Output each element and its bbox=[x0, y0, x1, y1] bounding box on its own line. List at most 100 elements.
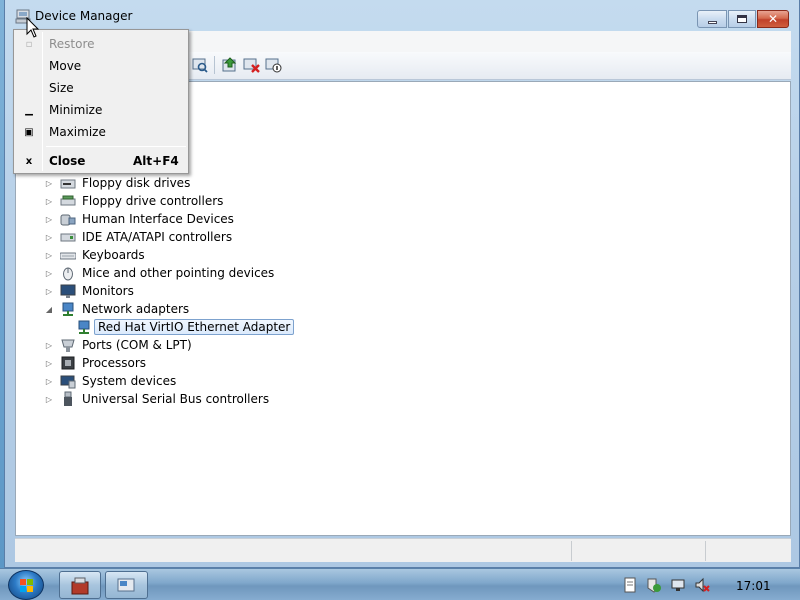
monitor-icon bbox=[60, 284, 76, 298]
expand-arrow-icon[interactable]: ▷ bbox=[44, 215, 54, 224]
status-divider bbox=[705, 541, 706, 561]
windows-logo-icon bbox=[20, 579, 33, 592]
expand-arrow-icon[interactable]: ▷ bbox=[44, 233, 54, 242]
menu-item-minimize[interactable]: ▁ Minimize bbox=[16, 99, 186, 121]
usb-icon bbox=[64, 391, 72, 406]
tree-item-ide-controllers[interactable]: ▷ IDE ATA/ATAPI controllers bbox=[44, 228, 232, 246]
tree-item-label: Mice and other pointing devices bbox=[82, 266, 275, 280]
start-button[interactable] bbox=[8, 570, 44, 600]
mouse-icon bbox=[63, 267, 73, 281]
restore-icon: ▫ bbox=[25, 38, 33, 50]
menu-item-label: Close bbox=[49, 154, 86, 168]
tree-item-label: Floppy disk drives bbox=[82, 176, 191, 190]
taskbar-app-button[interactable] bbox=[59, 571, 101, 599]
taskbar: 17:01 bbox=[0, 568, 800, 600]
tree-item-system-devices[interactable]: ▷ System devices bbox=[44, 372, 176, 390]
tree-item-processors[interactable]: ▷ Processors bbox=[44, 354, 146, 372]
tree-item-floppy-drive-controllers[interactable]: ▷ Floppy drive controllers bbox=[44, 192, 224, 210]
controller-icon bbox=[60, 195, 76, 206]
collapse-arrow-icon[interactable]: ◢ bbox=[44, 305, 54, 314]
close-button[interactable]: ✕ bbox=[757, 10, 789, 28]
maximize-icon bbox=[737, 15, 747, 23]
menu-item-close[interactable]: x Close Alt+F4 bbox=[16, 150, 186, 172]
processor-icon bbox=[61, 356, 75, 370]
tree-item-label: Floppy drive controllers bbox=[82, 194, 224, 208]
menu-item-move[interactable]: Move bbox=[16, 55, 186, 77]
update-driver-icon[interactable] bbox=[221, 56, 239, 74]
device-manager-icon bbox=[117, 578, 135, 592]
close-icon: x bbox=[25, 155, 33, 167]
volume-muted-icon[interactable] bbox=[694, 577, 710, 593]
status-bar bbox=[15, 538, 791, 562]
system-device-icon bbox=[60, 375, 76, 389]
tree-item-label: Network adapters bbox=[82, 302, 190, 316]
scan-hardware-icon[interactable] bbox=[191, 56, 209, 74]
menu-separator bbox=[46, 146, 186, 147]
minimize-icon bbox=[707, 20, 717, 24]
tree-item-label: Human Interface Devices bbox=[82, 212, 234, 226]
menu-item-size[interactable]: Size bbox=[16, 77, 186, 99]
title-bar[interactable]: Device Manager ✕ bbox=[5, 0, 799, 32]
menu-item-label: Move bbox=[49, 59, 82, 73]
tree-item-label: Keyboards bbox=[82, 248, 145, 262]
tree-item-monitors[interactable]: ▷ Monitors bbox=[44, 282, 134, 300]
keyboard-icon bbox=[60, 252, 76, 260]
minimize-icon: ▁ bbox=[25, 104, 33, 116]
tree-item-usb-controllers[interactable]: ▷ Universal Serial Bus controllers bbox=[44, 390, 269, 408]
tree-item-keyboards[interactable]: ▷ Keyboards bbox=[44, 246, 145, 264]
expand-arrow-icon[interactable]: ▷ bbox=[44, 197, 54, 206]
tree-item-ports[interactable]: ▷ Ports (COM & LPT) bbox=[44, 336, 192, 354]
tree-item-label: Universal Serial Bus controllers bbox=[82, 392, 270, 406]
menu-item-restore[interactable]: ▫ Restore bbox=[16, 33, 186, 55]
action-center-icon[interactable] bbox=[646, 577, 662, 593]
expand-arrow-icon[interactable]: ▷ bbox=[44, 359, 54, 368]
tree-item-red-hat-virtio-ethernet-adapter[interactable]: Red Hat VirtIO Ethernet Adapter bbox=[60, 318, 295, 336]
maximize-icon: ▣ bbox=[24, 126, 34, 138]
floppy-drive-icon bbox=[60, 179, 76, 189]
port-icon bbox=[61, 339, 75, 352]
tree-item-network-adapters[interactable]: ◢ Network adapters bbox=[44, 300, 189, 318]
tree-item-label: IDE ATA/ATAPI controllers bbox=[82, 230, 233, 244]
notification-area bbox=[612, 569, 800, 600]
expand-arrow-icon[interactable]: ▷ bbox=[44, 377, 54, 386]
expand-arrow-icon[interactable]: ▷ bbox=[44, 251, 54, 260]
tree-item-human-interface-devices[interactable]: ▷ Human Interface Devices bbox=[44, 210, 234, 228]
menu-item-label: Restore bbox=[49, 37, 95, 51]
status-divider bbox=[571, 541, 572, 561]
maximize-button[interactable] bbox=[728, 10, 756, 28]
network-tray-icon[interactable] bbox=[670, 577, 686, 593]
selected-device-label: Red Hat VirtIO Ethernet Adapter bbox=[94, 319, 295, 335]
network-adapter-icon bbox=[62, 302, 74, 316]
menu-item-accelerator: Alt+F4 bbox=[133, 154, 179, 168]
server-manager-icon bbox=[71, 577, 89, 595]
expand-arrow-icon[interactable]: ▷ bbox=[44, 395, 54, 404]
expand-arrow-icon[interactable]: ▷ bbox=[44, 269, 54, 278]
mouse-pointer-icon bbox=[26, 17, 40, 38]
disable-device-icon[interactable] bbox=[265, 56, 283, 74]
taskbar-device-manager-button[interactable] bbox=[105, 571, 148, 599]
close-icon: ✕ bbox=[767, 12, 779, 26]
menu-item-label: Minimize bbox=[49, 103, 103, 117]
network-adapter-icon bbox=[78, 320, 90, 334]
toolbar-separator bbox=[214, 56, 215, 74]
uninstall-device-icon[interactable] bbox=[243, 56, 261, 74]
tree-item-label: Processors bbox=[82, 356, 147, 370]
document-tray-icon[interactable] bbox=[622, 577, 638, 593]
ide-controller-icon bbox=[60, 233, 76, 242]
hid-icon bbox=[60, 214, 76, 226]
tree-item-floppy-disk-drives[interactable]: ▷ Floppy disk drives bbox=[44, 174, 190, 192]
taskbar-clock[interactable]: 17:01 bbox=[736, 579, 771, 593]
expand-arrow-icon[interactable]: ▷ bbox=[44, 341, 54, 350]
system-menu: ▫ Restore Move Size ▁ Minimize ▣ Maximiz… bbox=[13, 29, 189, 174]
menu-item-label: Size bbox=[49, 81, 74, 95]
tree-item-label: System devices bbox=[82, 374, 177, 388]
expand-arrow-icon[interactable]: ▷ bbox=[44, 179, 54, 188]
tree-item-label: Monitors bbox=[82, 284, 134, 298]
window-title: Device Manager bbox=[35, 9, 133, 23]
expand-arrow-icon[interactable]: ▷ bbox=[44, 287, 54, 296]
menu-item-label: Maximize bbox=[49, 125, 106, 139]
tree-item-label: Ports (COM & LPT) bbox=[82, 338, 192, 352]
tree-item-mice[interactable]: ▷ Mice and other pointing devices bbox=[44, 264, 274, 282]
minimize-button[interactable] bbox=[697, 10, 727, 28]
menu-item-maximize[interactable]: ▣ Maximize bbox=[16, 121, 186, 143]
